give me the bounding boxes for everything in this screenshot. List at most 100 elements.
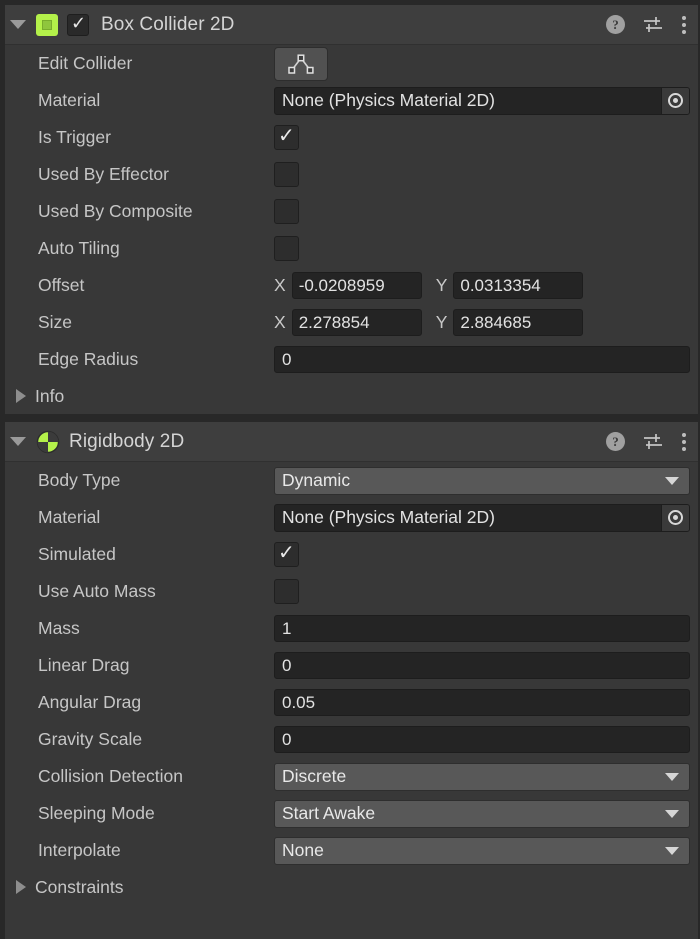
property-row-use-auto-mass: Use Auto Mass xyxy=(0,573,700,610)
property-row-interpolate: Interpolate None xyxy=(0,832,700,869)
chevron-down-icon[interactable] xyxy=(10,437,26,446)
input-gravity-scale[interactable]: 0 xyxy=(274,726,690,753)
axis-label-x: X xyxy=(274,312,286,332)
object-picker-icon[interactable] xyxy=(661,87,689,114)
chevron-down-icon xyxy=(665,809,679,818)
component-body-rigidbody-2d: Body Type Dynamic Material None (Physics Ma… xyxy=(0,462,700,905)
property-row-auto-tiling: Auto Tiling xyxy=(0,230,700,267)
unity-inspector-panel: ✓ Box Collider 2D? Edit Collider Material No… xyxy=(0,0,700,939)
dropdown-collision-detection[interactable]: Discrete xyxy=(274,762,690,791)
property-field: 0 xyxy=(274,346,700,373)
property-label: Linear Drag xyxy=(38,655,130,675)
vector2-offset: X -0.0208959 Y 0.0313354 xyxy=(274,272,690,299)
property-label: Use Auto Mass xyxy=(38,581,156,601)
property-label: Mass xyxy=(38,618,80,638)
property-label: Is Trigger xyxy=(38,127,111,147)
property-label: Gravity Scale xyxy=(38,729,143,749)
vector2-size: X 2.278854 Y 2.884685 xyxy=(274,309,690,336)
dropdown-value: None xyxy=(282,840,324,860)
foldout-label: Constraints xyxy=(35,876,124,897)
property-row-is-trigger: Is Trigger xyxy=(0,119,700,156)
dropdown-sleeping-mode[interactable]: Start Awake xyxy=(274,799,690,828)
property-label: Edit Collider xyxy=(38,53,133,73)
property-label: Interpolate xyxy=(38,840,121,860)
checkbox-is-trigger[interactable] xyxy=(274,122,299,150)
chevron-down-icon xyxy=(665,476,679,485)
more-options-icon[interactable] xyxy=(681,15,686,34)
property-row-material: Material None (Physics Material 2D) xyxy=(0,499,700,536)
help-icon[interactable]: ? xyxy=(606,15,625,34)
property-label: Edge Radius xyxy=(38,349,139,369)
help-icon[interactable]: ? xyxy=(606,432,625,451)
property-row-linear-drag: Linear Drag 0 xyxy=(0,647,700,684)
property-field: Start Awake xyxy=(274,799,700,828)
chevron-down-icon xyxy=(665,846,679,855)
property-field: 0.05 xyxy=(274,689,700,716)
property-label: Offset xyxy=(38,275,85,295)
box-collider-2d-icon xyxy=(36,13,58,36)
property-field: None (Physics Material 2D) xyxy=(274,86,700,115)
component-separator xyxy=(0,414,700,422)
property-label: Used By Effector xyxy=(38,164,169,184)
object-field-material[interactable]: None (Physics Material 2D) xyxy=(274,503,690,532)
checkbox-use-auto-mass[interactable] xyxy=(274,579,299,604)
checkbox-auto-tiling[interactable] xyxy=(274,236,299,261)
input-mass[interactable]: 1 xyxy=(274,615,690,642)
checkbox-used-by-composite[interactable] xyxy=(274,199,299,224)
preset-settings-icon[interactable] xyxy=(643,433,663,451)
component-enabled-checkbox[interactable]: ✓ xyxy=(67,13,89,36)
chevron-down-icon[interactable] xyxy=(10,20,26,29)
property-field: Dynamic xyxy=(274,466,700,495)
input-edge-radius[interactable]: 0 xyxy=(274,346,690,373)
property-field xyxy=(274,46,700,81)
chevron-down-icon xyxy=(665,772,679,781)
property-field: X 2.278854 Y 2.884685 xyxy=(274,309,700,336)
foldout-constraints[interactable]: Constraints xyxy=(0,869,700,905)
dropdown-body-type[interactable]: Dynamic xyxy=(274,466,690,495)
property-row-gravity-scale: Gravity Scale 0 xyxy=(0,721,700,758)
component-header-box-collider-2d[interactable]: ✓ Box Collider 2D? xyxy=(0,5,700,45)
property-field xyxy=(274,162,700,187)
dropdown-value: Start Awake xyxy=(282,803,376,823)
axis-label-y: Y xyxy=(435,312,448,332)
input-size-y[interactable]: 2.884685 xyxy=(453,309,584,336)
object-field-material[interactable]: None (Physics Material 2D) xyxy=(274,86,690,115)
property-label: Auto Tiling xyxy=(38,238,120,258)
property-field xyxy=(274,199,700,224)
property-field: X -0.0208959 Y 0.0313354 xyxy=(274,272,700,299)
property-row-used-by-composite: Used By Composite xyxy=(0,193,700,230)
axis-label-y: Y xyxy=(435,275,448,295)
input-angular-drag[interactable]: 0.05 xyxy=(274,689,690,716)
dropdown-interpolate[interactable]: None xyxy=(274,836,690,865)
property-row-sleeping-mode: Sleeping Mode Start Awake xyxy=(0,795,700,832)
more-options-icon[interactable] xyxy=(681,432,686,451)
property-row-angular-drag: Angular Drag 0.05 xyxy=(0,684,700,721)
property-field: 0 xyxy=(274,652,700,679)
value-y: 2.884685 xyxy=(460,312,532,332)
object-field-value: None (Physics Material 2D) xyxy=(282,90,495,110)
input-offset-x[interactable]: -0.0208959 xyxy=(291,272,422,299)
chevron-right-icon xyxy=(16,880,26,894)
rigidbody-2d-icon xyxy=(36,430,60,454)
property-row-simulated: Simulated xyxy=(0,536,700,573)
property-field xyxy=(274,122,700,150)
property-field xyxy=(274,579,700,604)
value-y: 0.0313354 xyxy=(460,275,541,295)
component-title: Rigidbody 2D xyxy=(69,430,185,452)
property-field: Discrete xyxy=(274,762,700,791)
object-picker-icon[interactable] xyxy=(661,504,689,531)
checkbox-simulated[interactable] xyxy=(274,539,299,567)
property-row-material: Material None (Physics Material 2D) xyxy=(0,82,700,119)
input-size-x[interactable]: 2.278854 xyxy=(291,309,422,336)
checkbox-used-by-effector[interactable] xyxy=(274,162,299,187)
edit-collider-button[interactable] xyxy=(274,46,328,81)
component-header-rigidbody-2d[interactable]: Rigidbody 2D? xyxy=(0,422,700,462)
foldout-info[interactable]: Info xyxy=(0,378,700,414)
property-field: 1 xyxy=(274,615,700,642)
property-row-used-by-effector: Used By Effector xyxy=(0,156,700,193)
preset-settings-icon[interactable] xyxy=(643,16,663,34)
edit-collider-polygon-icon xyxy=(288,53,314,74)
property-label: Angular Drag xyxy=(38,692,142,712)
input-linear-drag[interactable]: 0 xyxy=(274,652,690,679)
input-offset-y[interactable]: 0.0313354 xyxy=(453,272,584,299)
